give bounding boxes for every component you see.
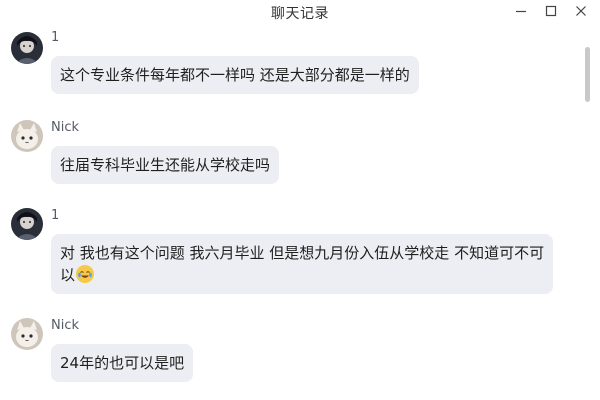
message-text: 往届专科毕业生还能从学校走吗 (60, 156, 271, 174)
avatar[interactable] (11, 32, 43, 64)
message-bubble: 24年的也可以是吧 (51, 344, 194, 382)
message-bubble: 往届专科毕业生还能从学校走吗 (51, 146, 280, 184)
message-text: 这个专业条件每年都不一样吗 还是大部分都是一样的 (60, 66, 410, 84)
sender-name: Nick (51, 120, 80, 135)
avatar[interactable] (11, 318, 43, 350)
message-bubble: 对 我也有这个问题 我六月毕业 但是想九月份入伍从学校走 不知道可不可 以 (51, 234, 554, 294)
title-bar: 聊天记录 (0, 0, 600, 26)
crying-laughing-emoji (76, 265, 95, 283)
avatar[interactable] (11, 120, 43, 152)
message-text-line: 对 我也有这个问题 我六月毕业 但是想九月份入伍从学校走 不知道可不可 (60, 244, 545, 262)
sender-name: 1 (51, 30, 60, 45)
close-icon[interactable] (569, 2, 593, 20)
sender-name: 1 (51, 208, 60, 223)
message-text-line: 以 (60, 264, 544, 286)
minimize-icon[interactable] (509, 2, 533, 20)
sender-name: Nick (51, 318, 80, 333)
scrollbar-thumb[interactable] (585, 47, 590, 102)
chat-history: 1 这个专业条件每年都不一样吗 还是大部分都是一样的 Nick 往届专科毕业生还… (0, 26, 600, 400)
message-bubble: 这个专业条件每年都不一样吗 还是大部分都是一样的 (51, 56, 419, 94)
avatar[interactable] (11, 208, 43, 240)
message-text: 24年的也可以是吧 (60, 354, 185, 372)
maximize-icon[interactable] (539, 2, 563, 20)
